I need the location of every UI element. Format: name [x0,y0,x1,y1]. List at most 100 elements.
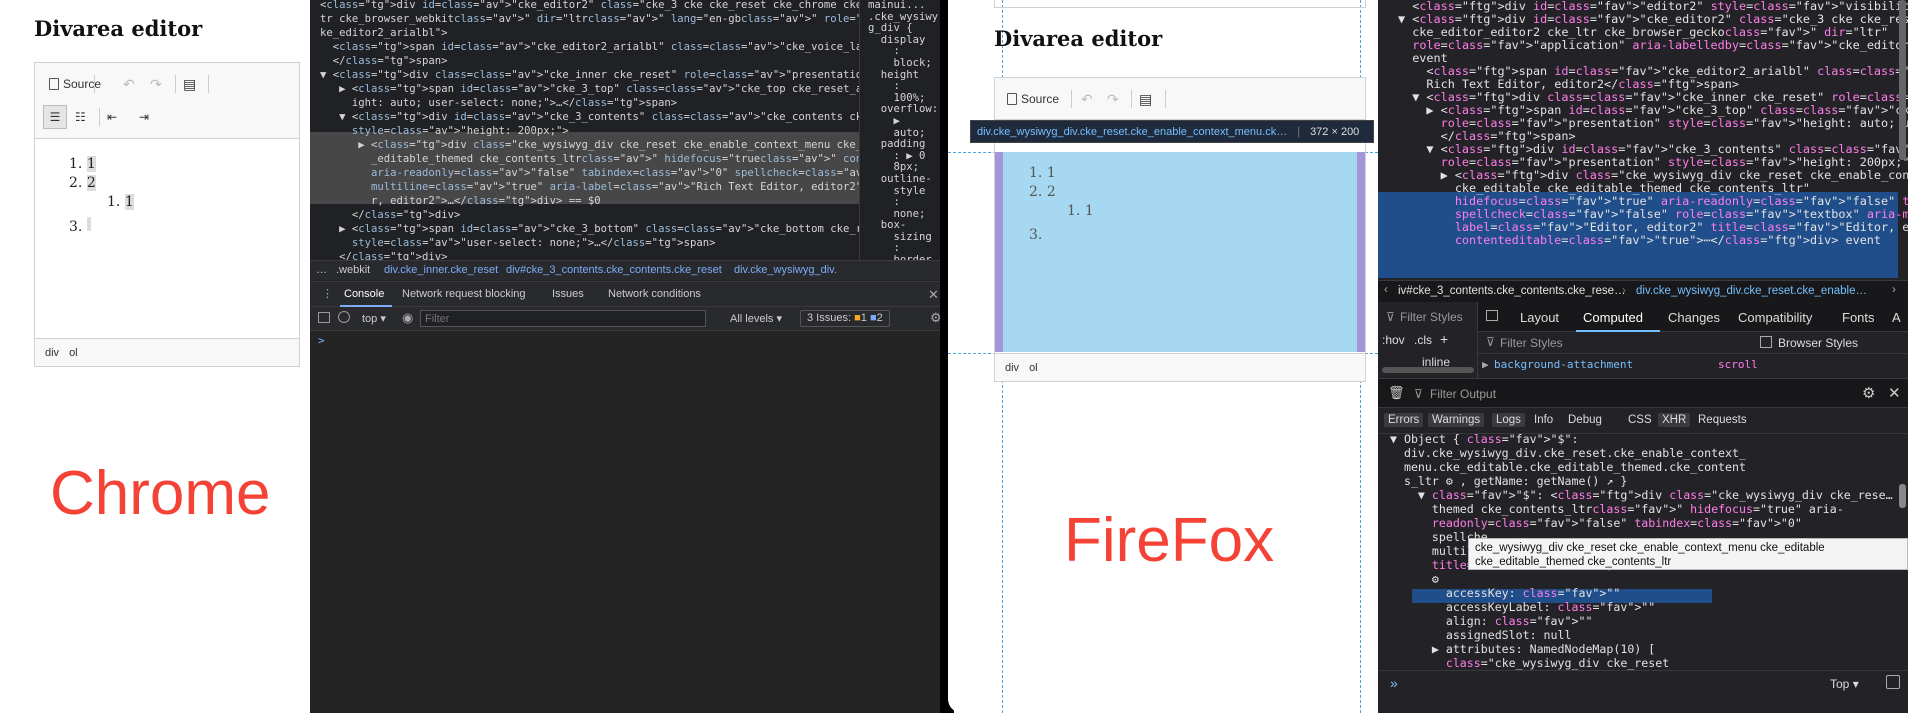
cls-toggle[interactable]: .cls [1414,333,1432,347]
dom-line[interactable]: <class="tg">span id=class="av">"cke_edit… [320,40,948,54]
dom-line[interactable]: </class="tg">div> [320,208,948,222]
tab-fonts[interactable]: Fonts [1842,310,1875,325]
eye-icon[interactable]: ◉ [402,310,413,326]
settings-gear-icon[interactable]: ⚙ [1862,384,1875,402]
path-div[interactable]: div [1005,362,1019,374]
filter-errors[interactable]: Errors [1384,413,1424,427]
sidebar-toggle-icon[interactable] [318,312,330,323]
console-filter-input[interactable] [420,310,706,327]
browser-styles-checkbox[interactable] [1760,336,1772,348]
drawer-menu-icon[interactable]: ⋮ [322,287,333,300]
source-button[interactable]: Source [1007,87,1059,111]
console-line[interactable]: align: class="fav">"" [1390,614,1908,628]
close-icon[interactable]: ✕ [1888,384,1901,402]
filter-info[interactable]: Info [1534,414,1553,426]
add-rule-icon[interactable]: + [1440,331,1448,347]
path-div[interactable]: div [45,347,59,359]
page-title: Divarea editor [34,16,203,41]
console-line[interactable]: s_ltr ⚙ , getName: getName() ↗ } [1390,474,1908,488]
trash-icon[interactable]: 🗑 [1388,385,1405,401]
filter-logs[interactable]: Logs [1492,413,1525,427]
log-levels-select[interactable]: All levels ▾ [730,312,782,325]
tab-layout[interactable]: Layout [1520,310,1559,325]
templates-button[interactable]: ▤ [183,72,196,96]
dom-line[interactable]: style=class="av">"user-select: none;">…<… [320,236,948,250]
close-icon[interactable]: ✕ [928,287,939,303]
tab-compatibility[interactable]: Compatibility [1738,310,1812,325]
console-line[interactable]: ▶ attributes: NamedNodeMap(10) [ [1390,642,1908,656]
numbered-list-button[interactable]: ☰ [43,105,67,129]
console-line[interactable]: accessKeyLabel: class="fav">"" [1390,600,1908,614]
console-line[interactable]: ▼ class="fav">"$": <class="ftg">div clas… [1390,488,1908,502]
editable-area-highlight[interactable]: 1. 1 2. 2 1. 1 3. [995,152,1365,352]
templates-button[interactable]: ▤ [1139,87,1152,111]
filter-styles-input[interactable]: Filter Styles [1400,310,1463,324]
dom-line[interactable]: ▶ <class="tg">span id=class="av">"cke_3_… [320,82,948,96]
dom-line[interactable]: ke_editor2_arialbl"> [320,26,948,40]
dom-line[interactable]: tr cke_browser_webkitclass="av">" dir="l… [320,12,948,26]
dom-line[interactable]: ▶ <class="tg">span id=class="av">"cke_3_… [320,222,948,236]
tab-network-request-blocking[interactable]: Network request blocking [402,288,526,300]
markup-scrollbar[interactable] [1899,0,1906,160]
computed-property[interactable]: ▶ background-attachment scroll [1478,356,1908,374]
rules-scrollbar[interactable] [1382,367,1474,373]
computed-filter-input[interactable]: Filter Styles [1500,336,1563,350]
undo-button[interactable]: ↶ [1081,87,1093,111]
console-line[interactable]: accessKey: class="fav">"" [1390,586,1908,600]
eval-context-select[interactable]: Top ▾ [1830,677,1859,691]
dom-line[interactable]: ▼ <class="tg">div class=class="av">"cke_… [320,68,948,82]
path-ol[interactable]: ol [69,347,78,359]
filter-debug[interactable]: Debug [1568,414,1602,426]
console-prompt[interactable]: > [318,334,325,347]
issues-counter[interactable]: 3 Issues: ■1 ■2 [800,310,890,327]
tab-computed[interactable]: Computed [1583,310,1643,325]
context-select[interactable]: top ▾ [362,312,386,325]
redo-button[interactable]: ↷ [150,72,162,96]
dom-line[interactable]: <class="tg">div id=class="av">"cke_edito… [320,0,948,12]
console-input-bar[interactable]: » Top ▾ [1378,670,1908,713]
filter-css[interactable]: CSS [1628,414,1652,426]
editable-area[interactable]: 1. 1 2. 2 1. 1 3. [35,139,299,338]
console-line[interactable]: assignedSlot: null [1390,628,1908,642]
outdent-button[interactable]: ⇤ [107,105,117,129]
dom-line[interactable]: multiline=class="av">"true" aria-label=c… [320,180,948,194]
filter-warnings[interactable]: Warnings [1428,413,1485,427]
dom-line[interactable]: style=class="av">"height: 200px;"> [320,124,948,138]
console-line[interactable]: ⚙ [1390,572,1908,586]
tab-network-conditions[interactable]: Network conditions [608,288,701,300]
dom-line[interactable]: r, editor2">…</class="tg">div> == $0 [320,194,948,208]
path-ol[interactable]: ol [1029,362,1038,374]
hov-toggle[interactable]: :hov [1382,333,1405,347]
undo-button[interactable]: ↶ [123,72,135,96]
console-line[interactable]: readonly=class="fav">"false" tabindex=cl… [1390,516,1908,530]
console-line[interactable]: ▼ Object { class="fav">"$": [1390,434,1908,446]
console-line[interactable]: menu.cke_editable.cke_editable_themed.ck… [1390,460,1908,474]
console-line[interactable]: div.cke_wysiwyg_div.cke_reset.cke_enable… [1390,446,1908,460]
split-console-icon[interactable] [1886,675,1900,689]
bulleted-list-button[interactable]: ☷ [75,105,86,129]
clear-console-icon[interactable] [338,311,350,323]
dom-line[interactable]: role=class="fav">"application" aria-labe… [1398,39,1908,52]
filter-xhr[interactable]: XHR [1658,413,1691,427]
dom-line[interactable]: ight: auto; user-select: none;">…</class… [320,96,948,110]
tab-animations[interactable]: A [1892,310,1901,325]
console-scrollbar[interactable] [1899,484,1906,508]
tab-changes[interactable]: Changes [1668,310,1720,325]
dom-line[interactable]: _editable_themed cke_contents_ltrclass="… [320,152,948,166]
chrome-page: Divarea editor Source ↶ ↷ ▤ ☰ ☷ ⇤ ⇥ 1. 1… [0,0,310,713]
redo-button[interactable]: ↷ [1107,87,1119,111]
filter-requests[interactable]: Requests [1698,414,1747,426]
indent-button[interactable]: ⇥ [139,105,149,129]
filter-output-input[interactable]: Filter Output [1430,387,1496,401]
tab-console[interactable]: Console [344,288,384,300]
dom-line[interactable]: contenteditable=class="fav">"true">⋯</cl… [1398,234,1908,247]
dom-line[interactable]: </class="tg">span> [320,54,948,68]
layout-toggle-icon[interactable] [1486,310,1498,321]
dom-line[interactable]: ▶ <class="tg">div class="cke_wysiwyg_div… [320,138,948,152]
console-line[interactable]: themed cke_contents_ltrclass="fav">" hid… [1390,502,1908,516]
dom-line[interactable]: aria-readonly=class="av">"false" tabinde… [320,166,948,180]
dom-line[interactable]: ▼ <class="tg">div id=class="av">"cke_3_c… [320,110,948,124]
source-icon [1007,93,1017,105]
tab-issues[interactable]: Issues [552,288,584,300]
console-line[interactable]: class="cke_wysiwyg_div cke_reset [1390,656,1908,670]
